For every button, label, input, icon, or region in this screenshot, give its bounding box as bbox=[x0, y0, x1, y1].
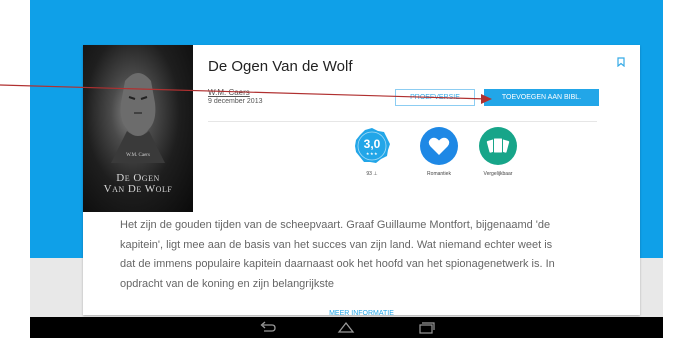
genre-label: Romantiek bbox=[427, 171, 451, 177]
similar-cards-icon bbox=[479, 127, 517, 165]
rating-badge[interactable]: 3,0 ★★★ 93 ⊥ bbox=[342, 127, 402, 177]
bookmark-icon[interactable] bbox=[617, 57, 625, 67]
home-icon[interactable] bbox=[336, 320, 356, 335]
recents-icon[interactable] bbox=[416, 320, 436, 335]
book-author-link[interactable]: W.M. Caers bbox=[208, 88, 250, 97]
book-description: Het zijn de gouden tijden van de scheepv… bbox=[120, 219, 555, 290]
rating-stars: ★★★ bbox=[365, 151, 379, 156]
rating-count: 93 ⊥ bbox=[366, 171, 378, 177]
cover-title-text: De Ogen Van De Wolf bbox=[83, 173, 193, 195]
heart-icon bbox=[420, 127, 458, 165]
description-fade bbox=[523, 276, 593, 296]
app-screen: W.M. Caers De Ogen Van De Wolf De Ogen V… bbox=[30, 0, 663, 338]
rating-seal: 3,0 ★★★ bbox=[353, 127, 391, 165]
system-navigation-bar bbox=[30, 317, 663, 338]
sample-button[interactable]: PROEFVERSIE bbox=[395, 89, 475, 106]
rating-value: 3,0 bbox=[363, 137, 381, 151]
cover-figure-image bbox=[111, 73, 165, 163]
section-divider bbox=[208, 121, 597, 122]
more-info-link[interactable]: MEER INFORMATIE bbox=[83, 310, 640, 317]
similar-circle bbox=[479, 127, 517, 165]
book-cover[interactable]: W.M. Caers De Ogen Van De Wolf bbox=[83, 45, 193, 212]
book-details-card: W.M. Caers De Ogen Van De Wolf De Ogen V… bbox=[83, 45, 640, 317]
back-icon[interactable] bbox=[258, 320, 278, 335]
add-to-library-button[interactable]: TOEVOEGEN AAN BIBL. bbox=[484, 89, 599, 106]
genre-circle bbox=[420, 127, 458, 165]
publish-date: 9 december 2013 bbox=[208, 98, 263, 105]
genre-badge[interactable]: Romantiek bbox=[409, 127, 469, 177]
similar-badge[interactable]: Vergelijkbaar bbox=[468, 127, 528, 177]
cover-title-line2: Van De Wolf bbox=[103, 183, 173, 195]
book-title: De Ogen Van de Wolf bbox=[208, 58, 353, 75]
cover-author-text: W.M. Caers bbox=[126, 153, 150, 158]
similar-label: Vergelijkbaar bbox=[483, 171, 513, 177]
